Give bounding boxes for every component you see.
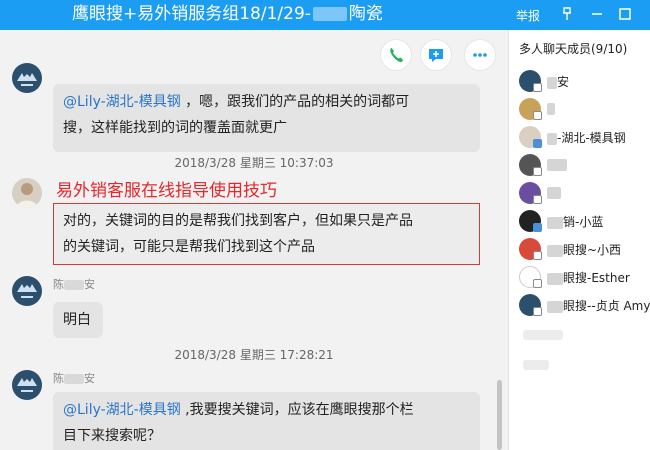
pin-icon[interactable] bbox=[556, 2, 578, 26]
redacted-text bbox=[523, 330, 563, 340]
device-icon bbox=[533, 307, 542, 316]
redacted-name bbox=[64, 280, 84, 290]
message-bubble: 明白 bbox=[53, 302, 103, 338]
device-icon bbox=[533, 279, 542, 288]
device-icon bbox=[533, 251, 542, 260]
chat-add-icon bbox=[429, 49, 443, 62]
minimize-icon[interactable] bbox=[586, 2, 608, 26]
star-icon bbox=[533, 223, 542, 232]
sender-name: 陈安 bbox=[53, 278, 95, 291]
message-text: 明白 bbox=[63, 312, 91, 328]
star-icon bbox=[533, 139, 542, 148]
redacted-title bbox=[312, 7, 347, 21]
timestamp: 2018/3/28 星期三 17:28:21 bbox=[174, 348, 334, 362]
avatar[interactable] bbox=[12, 178, 42, 208]
timestamp: 2018/3/28 星期三 10:37:03 bbox=[174, 156, 334, 170]
scrollbar[interactable] bbox=[497, 380, 502, 450]
avatar[interactable] bbox=[12, 370, 42, 400]
sender-name: 陈安 bbox=[53, 372, 95, 385]
device-icon bbox=[533, 167, 542, 176]
window-title: 鹰眼搜+易外销服务组18/1/29- 陶瓷 bbox=[72, 3, 383, 25]
member-item[interactable]: -湖北-模具钢 bbox=[519, 126, 650, 150]
message-bubble: @Lily-湖北-模具钢 ,我要搜关键词，应该在鹰眼搜那个栏 目下来搜索呢？ bbox=[53, 392, 480, 450]
message-text: 对的，关键词的目的是帮我们找到客户，但如果只是产品 bbox=[63, 213, 413, 229]
call-button[interactable] bbox=[381, 40, 411, 70]
title-prefix: 鹰眼搜+易外销服务组18/1/29- bbox=[72, 4, 311, 24]
member-item[interactable]: 眼搜-Esther bbox=[519, 266, 650, 290]
message-text: 搜，这样能找到的词的覆盖面就更广 bbox=[63, 120, 287, 136]
more-icon bbox=[473, 53, 487, 57]
title-bar: 鹰眼搜+易外销服务组18/1/29- 陶瓷 举报 bbox=[0, 0, 650, 30]
device-icon bbox=[533, 83, 542, 92]
message-bubble: 对的，关键词的目的是帮我们找到客户，但如果只是产品 的关键词，可能只是帮我们找到… bbox=[53, 203, 480, 265]
report-button[interactable]: 举报 bbox=[516, 7, 540, 24]
mention[interactable]: @Lily-湖北-模具钢 bbox=[63, 94, 181, 110]
message-text: ,我要搜关键词，应该在鹰眼搜那个栏 bbox=[180, 402, 414, 418]
member-item[interactable] bbox=[519, 98, 650, 122]
message-bubble: @Lily-湖北-模具钢 ，嗯，跟我们的产品的相关的词都可 搜，这样能找到的词的… bbox=[53, 84, 480, 152]
member-item[interactable] bbox=[519, 182, 650, 206]
chat-area[interactable]: @Lily-湖北-模具钢 ，嗯，跟我们的产品的相关的词都可 搜，这样能找到的词的… bbox=[0, 30, 508, 450]
annotation-caption: 易外销客服在线指导使用技巧 bbox=[56, 181, 277, 201]
member-item[interactable]: 眼搜~小西 bbox=[519, 238, 650, 262]
phone-icon bbox=[390, 48, 403, 62]
device-icon bbox=[533, 111, 542, 120]
avatar[interactable] bbox=[12, 276, 42, 306]
maximize-icon[interactable] bbox=[614, 2, 636, 26]
device-icon bbox=[533, 195, 542, 204]
member-panel-title: 多人聊天成员(9/10) bbox=[519, 42, 628, 56]
message-text: ，嗯，跟我们的产品的相关的词都可 bbox=[180, 94, 410, 110]
member-item[interactable]: 眼搜--贞贞 Amy bbox=[519, 294, 650, 318]
message-text: 目下来搜索呢？ bbox=[63, 428, 161, 444]
redacted-text bbox=[523, 360, 549, 370]
chat-button[interactable] bbox=[421, 40, 451, 70]
member-item[interactable]: 安 bbox=[519, 70, 650, 94]
message-text: 的关键词，可能只是帮我们找到这个产品 bbox=[63, 239, 315, 255]
redacted-name bbox=[64, 374, 84, 384]
member-panel: 多人聊天成员(9/10) 安 -湖北-模具钢 销-小蓝 眼搜~小西 眼搜-Est… bbox=[508, 30, 650, 450]
mention[interactable]: @Lily-湖北-模具钢 bbox=[63, 402, 181, 418]
avatar[interactable] bbox=[12, 63, 42, 93]
member-item[interactable]: 销-小蓝 bbox=[519, 210, 650, 234]
member-item[interactable] bbox=[519, 154, 650, 178]
title-suffix: 陶瓷 bbox=[348, 4, 383, 24]
more-button[interactable] bbox=[465, 40, 495, 70]
